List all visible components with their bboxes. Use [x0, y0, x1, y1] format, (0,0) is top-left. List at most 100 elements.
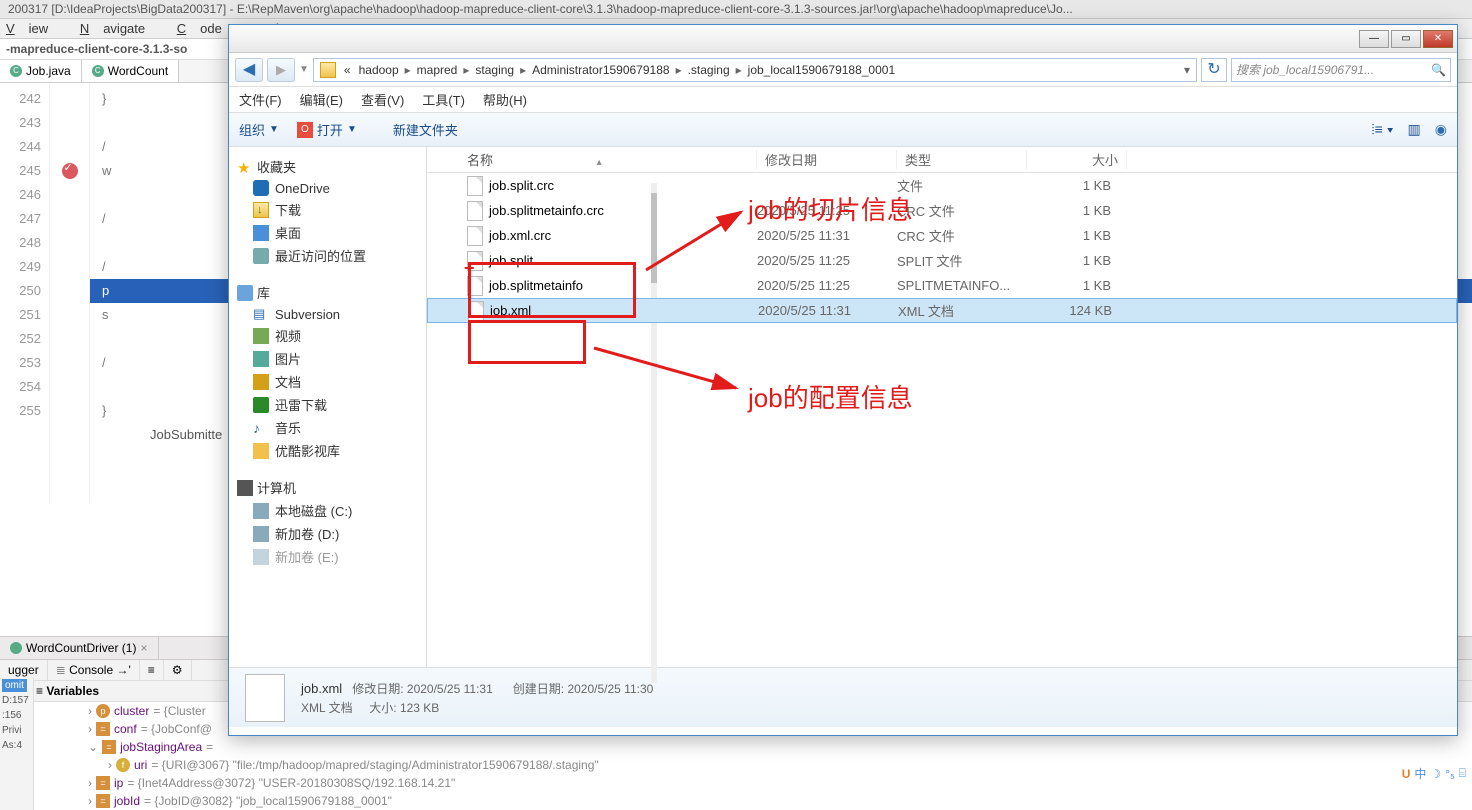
- console-tab[interactable]: ≣ Console →': [48, 660, 140, 680]
- var-row[interactable]: ›=jobId = {JobID@3082} "job_local1590679…: [28, 792, 1472, 810]
- debug-tab-wcdriver[interactable]: WordCountDriver (1)×: [0, 637, 159, 659]
- sidebar-favorites[interactable]: ★收藏夹: [233, 155, 422, 178]
- details-pane: job.xml 修改日期: 2020/5/25 11:31 创建日期: 2020…: [229, 667, 1457, 727]
- file-list: 名称 ▴ 修改日期 类型 大小 job.split.crc 文件1 KB job…: [427, 147, 1457, 667]
- settings-icon[interactable]: ⚙: [164, 660, 192, 680]
- threads-icon[interactable]: ≡: [140, 660, 164, 680]
- cloud-icon: [253, 180, 269, 196]
- breadcrumb[interactable]: mapred: [413, 63, 462, 77]
- menu-code[interactable]: Code: [177, 21, 236, 36]
- breadcrumb[interactable]: hadoop: [355, 63, 403, 77]
- class-icon: C: [92, 65, 104, 77]
- desktop-icon: [253, 225, 269, 241]
- explorer-toolbar: 组织▼ O 打开▼ 新建文件夹 ⦙≡ ▾ ▥ ◉: [229, 113, 1457, 147]
- sidebar-item-documents[interactable]: 文档: [233, 370, 422, 393]
- menu-edit[interactable]: 编辑(E): [300, 90, 343, 109]
- sidebar-item-edisk[interactable]: 新加卷 (E:): [233, 545, 422, 568]
- file-row[interactable]: job.splitmetainfo 2020/5/25 11:25SPLITME…: [427, 273, 1457, 298]
- explorer-menu: 文件(F) 编辑(E) 查看(V) 工具(T) 帮助(H): [229, 87, 1457, 113]
- file-row[interactable]: job.splitmetainfo.crc 2020/5/25 11:25CRC…: [427, 198, 1457, 223]
- picture-icon: [253, 351, 269, 367]
- sidebar-item-youku[interactable]: 优酷影视库: [233, 439, 422, 462]
- col-type[interactable]: 类型: [897, 150, 1027, 169]
- preview-pane-button[interactable]: ▥: [1408, 121, 1421, 138]
- gutter-icons: [50, 83, 90, 503]
- var-row[interactable]: ⌄=jobStagingArea =: [28, 738, 1472, 756]
- address-bar[interactable]: « hadoop▸ mapred▸ staging▸ Administrator…: [313, 58, 1197, 82]
- sidebar-computer[interactable]: 计算机: [233, 476, 422, 499]
- open-button[interactable]: 打开: [317, 120, 343, 139]
- library-icon: [237, 285, 253, 301]
- var-row[interactable]: ›=ip = {Inet4Address@3072} "USER-2018030…: [28, 774, 1472, 792]
- close-button[interactable]: ✕: [1423, 30, 1453, 48]
- menu-file[interactable]: 文件(F): [239, 90, 282, 109]
- breakpoint-icon[interactable]: [62, 163, 78, 179]
- history-dropdown[interactable]: ▼: [299, 64, 309, 75]
- recent-icon: [253, 248, 269, 264]
- sidebar-item-xunlei[interactable]: 迅雷下载: [233, 393, 422, 416]
- sidebar-item-videos[interactable]: 视频: [233, 324, 422, 347]
- back-button[interactable]: ◀: [235, 58, 263, 82]
- computer-icon: [237, 480, 253, 496]
- menu-tools[interactable]: 工具(T): [422, 90, 465, 109]
- refresh-button[interactable]: ↻: [1201, 58, 1227, 82]
- view-mode-button[interactable]: ⦙≡ ▾: [1372, 121, 1394, 138]
- col-size[interactable]: 大小: [1027, 150, 1127, 169]
- menu-help[interactable]: 帮助(H): [483, 90, 527, 109]
- xunlei-icon: [253, 397, 269, 413]
- file-row[interactable]: job.split 2020/5/25 11:25SPLIT 文件1 KB: [427, 248, 1457, 273]
- sidebar-item-desktop[interactable]: 桌面: [233, 221, 422, 244]
- folder-icon: [320, 62, 336, 78]
- file-icon: [467, 201, 483, 221]
- nav-bar: ◀ ▶ ▼ « hadoop▸ mapred▸ staging▸ Adminis…: [229, 53, 1457, 87]
- column-headers[interactable]: 名称 ▴ 修改日期 类型 大小: [427, 147, 1457, 173]
- forward-button[interactable]: ▶: [267, 58, 295, 82]
- explorer-sidebar: ★收藏夹 OneDrive 下载 桌面 最近访问的位置 库 ▤Subversio…: [229, 147, 427, 667]
- breadcrumb[interactable]: job_local1590679188_0001: [744, 63, 899, 77]
- sidebar-item-recent[interactable]: 最近访问的位置: [233, 244, 422, 267]
- sidebar-item-pictures[interactable]: 图片: [233, 347, 422, 370]
- sidebar-item-onedrive[interactable]: OneDrive: [233, 178, 422, 198]
- file-icon: [468, 301, 484, 321]
- youku-icon: [253, 443, 269, 459]
- sidebar-item-downloads[interactable]: 下载: [233, 198, 422, 221]
- office-icon: O: [297, 122, 313, 138]
- menu-view[interactable]: 查看(V): [361, 90, 404, 109]
- tab-wordcount[interactable]: CWordCount: [82, 60, 179, 82]
- menu-navigate[interactable]: Navigate: [80, 21, 159, 36]
- col-date[interactable]: 修改日期: [757, 150, 897, 169]
- file-row[interactable]: job.xml.crc 2020/5/25 11:31CRC 文件1 KB: [427, 223, 1457, 248]
- search-box[interactable]: 搜索 job_local15906791...🔍: [1231, 58, 1451, 82]
- file-row[interactable]: job.split.crc 文件1 KB: [427, 173, 1457, 198]
- ide-status-right: U 中 ☽ °₅ ⌸: [1402, 765, 1466, 782]
- var-row[interactable]: ›furi = {URI@3067} "file:/tmp/hadoop/map…: [28, 756, 1472, 774]
- help-button[interactable]: ◉: [1435, 121, 1447, 138]
- sidebar-libraries[interactable]: 库: [233, 281, 422, 304]
- debug-side-strip: omit D:157 :156 Privi As:4: [0, 678, 34, 810]
- music-icon: ♪: [253, 420, 269, 436]
- organize-button[interactable]: 组织: [239, 120, 265, 139]
- svn-icon: ▤: [253, 306, 269, 322]
- maximize-button[interactable]: ▭: [1391, 30, 1421, 48]
- sidebar-item-music[interactable]: ♪音乐: [233, 416, 422, 439]
- line-gutter: 242243244 245246247 248249250 251252253 …: [0, 83, 50, 503]
- address-dropdown-icon[interactable]: ▾: [1180, 63, 1194, 77]
- col-name[interactable]: 名称 ▴: [427, 150, 757, 169]
- file-icon: [467, 226, 483, 246]
- window-chrome: ― ▭ ✕: [229, 25, 1457, 53]
- minimize-button[interactable]: ―: [1359, 30, 1389, 48]
- ide-title-bar: 200317 [D:\IdeaProjects\BigData200317] -…: [0, 0, 1472, 19]
- new-folder-button[interactable]: 新建文件夹: [393, 120, 458, 139]
- tab-job-java[interactable]: CJob.java: [0, 60, 82, 82]
- file-row-selected[interactable]: job.xml 2020/5/25 11:31XML 文档124 KB: [427, 298, 1457, 323]
- debugger-tab[interactable]: ugger: [0, 660, 48, 680]
- sidebar-item-cdisk[interactable]: 本地磁盘 (C:): [233, 499, 422, 522]
- search-icon: 🔍: [1431, 63, 1446, 77]
- breadcrumb[interactable]: staging: [471, 63, 518, 77]
- breadcrumb[interactable]: .staging: [684, 63, 734, 77]
- sidebar-item-subversion[interactable]: ▤Subversion: [233, 304, 422, 324]
- menu-view[interactable]: View: [6, 21, 62, 36]
- breadcrumb[interactable]: Administrator1590679188: [528, 63, 673, 77]
- breadcrumb-overflow[interactable]: «: [340, 63, 355, 77]
- sidebar-item-ddisk[interactable]: 新加卷 (D:): [233, 522, 422, 545]
